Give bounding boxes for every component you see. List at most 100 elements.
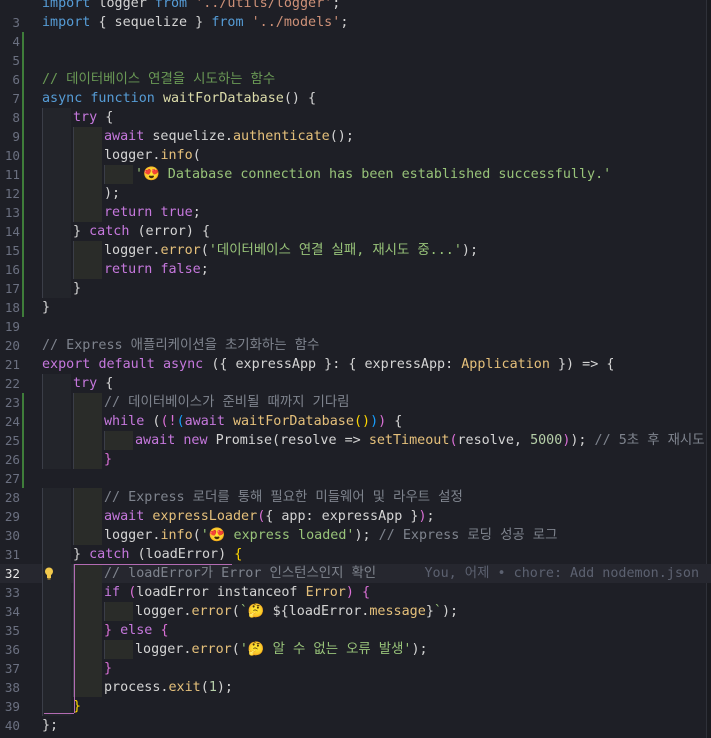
git-change-marker[interactable] — [22, 184, 24, 203]
code-line[interactable]: 4 — [0, 32, 711, 51]
code-line[interactable]: 8 try { — [0, 108, 711, 127]
code-token: // Express 애플리케이션을 초기화하는 함수 — [42, 338, 320, 353]
code-line[interactable]: 5 — [0, 51, 711, 70]
git-change-marker[interactable] — [22, 431, 24, 450]
code-token: ( — [200, 680, 209, 695]
git-change-marker[interactable] — [22, 412, 24, 431]
code-token: ( — [449, 433, 458, 448]
indent-highlight — [73, 678, 102, 697]
indent-highlight — [42, 146, 71, 165]
code-line[interactable]: 3 import { sequelize } from '../models'; — [0, 13, 711, 32]
indent-guide — [73, 241, 74, 260]
line-number: 10 — [4, 148, 20, 163]
indent-guide — [42, 412, 43, 431]
git-change-marker[interactable] — [22, 279, 24, 298]
code-text: // loadError가 Error 인스턴스인지 확인 You, 어제 • … — [104, 564, 699, 583]
code-line[interactable]: 40}; — [0, 716, 711, 735]
code-line[interactable]: 37} — [0, 659, 711, 678]
code-line[interactable]: 30 logger.info('😍 express loaded'); // Ex… — [0, 526, 711, 545]
code-line[interactable]: 22 try { — [0, 374, 711, 393]
code-line[interactable]: 24 while ((!(await waitForDatabase())) { — [0, 412, 711, 431]
code-text: await expressLoader({ app: expressApp })… — [104, 507, 435, 526]
git-change-marker[interactable] — [22, 32, 24, 51]
code-token: await — [104, 509, 153, 524]
code-token: // 데이터베이스가 준비될 때까지 기다림 — [104, 395, 350, 410]
git-change-marker[interactable] — [22, 222, 24, 241]
code-text: logger.info( — [104, 146, 201, 165]
git-change-marker[interactable] — [22, 127, 24, 146]
code-line[interactable]: 33 if (loadError instanceof Error) { — [0, 583, 711, 602]
code-line[interactable]: import logger from '../utils/logger'; — [0, 0, 711, 13]
code-line[interactable]: 31} catch (loadError) { — [0, 545, 711, 564]
code-text: } else { — [104, 621, 169, 640]
code-line[interactable]: 19 — [0, 317, 711, 336]
git-change-marker[interactable] — [22, 70, 24, 89]
code-line[interactable]: 14} catch (error) { — [0, 222, 711, 241]
git-change-marker[interactable] — [22, 89, 24, 108]
git-change-marker[interactable] — [22, 450, 24, 469]
code-line[interactable]: 29 await expressLoader({ app: expressApp … — [0, 507, 711, 526]
code-line[interactable]: 25 await new Promise(resolve => setTimeou… — [0, 431, 711, 450]
indent-guide — [104, 640, 105, 659]
code-line[interactable]: 6 // 데이터베이스 연결을 시도하는 함수 — [0, 70, 711, 89]
git-change-marker[interactable] — [22, 165, 24, 184]
code-line[interactable]: 38 process.exit(1); — [0, 678, 711, 697]
emoji-glyph: 🤔 — [247, 604, 265, 619]
code-line[interactable]: 28 // Express 로더를 통해 필요한 미들웨어 및 라우트 설정 — [0, 488, 711, 507]
code-line[interactable]: 36 logger.error('🤔 알 수 없는 오류 발생'); — [0, 640, 711, 659]
code-token: } — [42, 300, 51, 315]
git-change-marker[interactable] — [22, 241, 24, 260]
code-line[interactable]: 11 '😍 Database connection has been establ… — [0, 165, 711, 184]
code-text: import { sequelize } from '../models'; — [42, 13, 348, 32]
code-token: } — [104, 661, 113, 676]
indent-guide — [104, 165, 105, 184]
indent-highlight — [42, 450, 71, 469]
code-line[interactable]: 26} — [0, 450, 711, 469]
code-token: { — [386, 414, 403, 429]
indent-highlight — [42, 678, 71, 697]
code-line[interactable]: 10 logger.info( — [0, 146, 711, 165]
code-token: logger. — [135, 642, 192, 657]
indent-highlight — [73, 393, 102, 412]
git-change-marker[interactable] — [22, 260, 24, 279]
indent-highlight — [42, 203, 71, 222]
code-token: Error — [305, 585, 346, 600]
code-line[interactable]: 13 return true; — [0, 203, 711, 222]
code-line[interactable]: 17} — [0, 279, 711, 298]
indent-highlight — [73, 450, 102, 469]
code-line[interactable]: 32 // loadError가 Error 인스턴스인지 확인 You, 어제 … — [0, 564, 711, 583]
lightbulb-icon[interactable] — [44, 567, 54, 580]
git-change-marker[interactable] — [22, 469, 24, 488]
git-change-marker[interactable] — [22, 108, 24, 127]
indent-highlight — [42, 659, 71, 678]
indent-highlight — [104, 431, 133, 450]
code-line[interactable]: 27 — [0, 469, 711, 488]
code-line[interactable]: 21 export default async ({ expressApp }: … — [0, 355, 711, 374]
git-change-marker[interactable] — [22, 146, 24, 165]
code-line[interactable]: 18} — [0, 298, 711, 317]
git-change-marker[interactable] — [22, 393, 24, 412]
code-line[interactable]: 15 logger.error('데이터베이스 연결 실패, 재시도 중...')… — [0, 241, 711, 260]
code-token: info — [160, 148, 193, 163]
line-number: 21 — [4, 357, 20, 372]
code-line[interactable]: 39} — [0, 697, 711, 716]
code-line[interactable]: 20 // Express 애플리케이션을 초기화하는 함수 — [0, 336, 711, 355]
code-line[interactable]: 35} else { — [0, 621, 711, 640]
code-editor[interactable]: import logger from '../utils/logger'; 3 im… — [0, 0, 711, 738]
code-text: if (loadError instanceof Error) { — [104, 583, 370, 602]
indent-guide — [73, 203, 74, 222]
code-line[interactable]: 12); — [0, 184, 711, 203]
git-change-marker[interactable] — [22, 203, 24, 222]
code-line[interactable]: 23 // 데이터베이스가 준비될 때까지 기다림 — [0, 393, 711, 412]
code-token: process. — [104, 680, 169, 695]
code-line[interactable]: 34 logger.error(`🤔 ${loadError.message}`)… — [0, 602, 711, 621]
code-line[interactable]: 7 async function waitForDatabase() { — [0, 89, 711, 108]
code-line[interactable]: 16 return false; — [0, 260, 711, 279]
code-token: logger — [98, 0, 155, 11]
git-change-marker[interactable] — [22, 51, 24, 70]
line-number: 24 — [4, 414, 20, 429]
code-line[interactable]: 9 await sequelize.authenticate(); — [0, 127, 711, 146]
code-text: // 데이터베이스 연결을 시도하는 함수 — [42, 70, 275, 89]
git-change-marker[interactable] — [22, 298, 24, 317]
indent-guide — [42, 279, 43, 298]
